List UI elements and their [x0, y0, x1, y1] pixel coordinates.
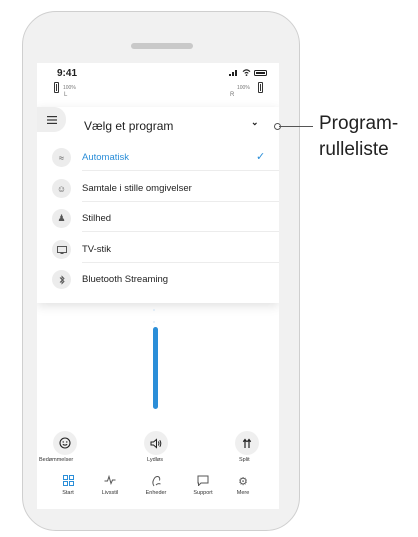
callout-line-2: rulleliste — [319, 139, 389, 160]
status-icons — [229, 69, 267, 76]
right-battery-percent: 100% — [237, 85, 250, 91]
program-item-label: Automatisk — [82, 152, 129, 163]
ratings-button[interactable] — [53, 431, 77, 455]
status-time: 9:41 — [57, 68, 78, 79]
split-label: Split — [239, 457, 250, 463]
automatic-icon: ≈ — [52, 148, 71, 167]
pulse-icon — [92, 474, 128, 489]
volume-fill — [153, 327, 158, 409]
speaker-icon — [150, 437, 162, 449]
volume-slider[interactable] — [153, 309, 158, 409]
chat-icon — [185, 475, 221, 489]
left-side-label: L — [64, 92, 68, 98]
app-screen: 9:41 100% L R 100% Vælg et program ⌄ ≈ A… — [37, 63, 279, 509]
mute-label: Lydløs — [147, 457, 163, 463]
list-icon — [37, 107, 66, 132]
tab-start-label: Start — [62, 490, 74, 496]
tab-lifestyle-label: Livsstil — [101, 490, 119, 496]
tab-more-label: Mere — [236, 490, 250, 496]
program-item-label: Samtale i stille omgivelser — [82, 183, 192, 194]
tab-bar: Start Livsstil Enheder Support ⚙ Mere — [37, 465, 279, 509]
program-item-automatic[interactable]: ≈ Automatisk ✓ — [52, 144, 279, 171]
program-item-label: TV-stik — [82, 244, 112, 255]
tv-icon — [52, 240, 71, 259]
program-item-label: Stilhed — [82, 213, 112, 224]
tab-support-label: Support — [193, 490, 213, 496]
split-icon — [242, 438, 252, 448]
checkmark-icon: ✓ — [256, 151, 266, 163]
conversation-icon: ☺ — [52, 179, 71, 198]
split-button[interactable] — [235, 431, 259, 455]
program-dropdown-title: Vælg et program — [84, 119, 174, 133]
hearing-aid-icon — [138, 475, 174, 489]
tab-more[interactable]: ⚙ Mere — [225, 475, 261, 496]
program-item-bluetooth[interactable]: Bluetooth Streaming — [52, 266, 279, 292]
callout-line — [279, 126, 313, 127]
left-battery-percent: 100% — [63, 85, 76, 91]
tab-devices-label: Enheder — [145, 490, 167, 496]
chevron-down-icon[interactable]: ⌄ — [251, 117, 259, 128]
tab-support[interactable]: Support — [185, 475, 221, 496]
tab-devices[interactable]: Enheder — [138, 475, 174, 496]
program-item-conversation[interactable]: ☺ Samtale i stille omgivelser — [52, 175, 279, 202]
phone-battery-icon — [254, 69, 267, 76]
tab-lifestyle[interactable]: Livsstil — [92, 474, 128, 496]
gear-icon: ⚙ — [238, 476, 248, 488]
right-side-label: R — [230, 92, 235, 98]
left-battery-icon — [54, 82, 59, 93]
program-item-tv[interactable]: TV-stik — [52, 236, 279, 263]
tab-start[interactable]: Start — [50, 475, 86, 496]
phone-speaker — [131, 43, 193, 49]
right-battery-icon — [258, 82, 263, 93]
ratings-label: Bedømmelser — [39, 457, 74, 463]
quiet-icon: ♟ — [52, 209, 71, 228]
program-item-quiet[interactable]: ♟ Stilhed — [52, 205, 279, 232]
program-dropdown-header[interactable]: Vælg et program ⌄ — [37, 107, 279, 143]
bluetooth-icon — [52, 270, 71, 289]
smiley-icon — [59, 437, 71, 449]
callout-label: Program- rulleliste — [319, 111, 398, 163]
signal-icon — [229, 70, 237, 76]
hearing-aid-status: 100% L R 100% — [37, 82, 279, 100]
wifi-icon — [242, 69, 251, 76]
mute-button[interactable] — [144, 431, 168, 455]
callout-line-1: Program- — [319, 113, 399, 134]
program-dropdown: Vælg et program ⌄ ≈ Automatisk ✓ ☺ Samta… — [37, 107, 279, 303]
program-item-label: Bluetooth Streaming — [82, 274, 169, 285]
grid-icon — [50, 475, 86, 489]
